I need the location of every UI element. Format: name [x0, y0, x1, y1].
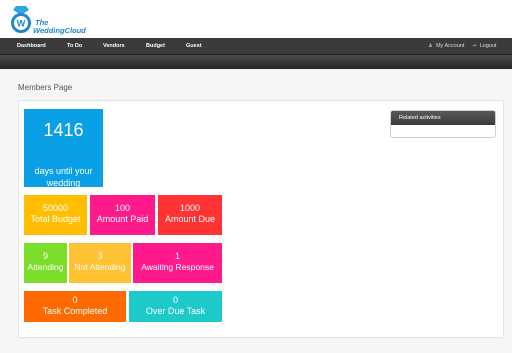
total-budget-value: 50000: [42, 203, 69, 213]
attending-label: Attending: [27, 262, 64, 272]
related-activities-title: Related activities: [391, 111, 495, 125]
task-completed-tile[interactable]: 0 Task Completed: [24, 291, 126, 322]
total-budget-label: Total Budget: [30, 214, 81, 224]
page-title: Members Page: [18, 83, 73, 92]
not-attending-label: Not Attending: [74, 262, 126, 272]
countdown-label: days until your wedding: [34, 166, 93, 188]
related-activities-box: Related activities: [390, 110, 496, 138]
attending-tile[interactable]: 9 Attending: [24, 243, 67, 283]
awaiting-response-label: Awaiting Response: [141, 262, 214, 272]
overdue-task-value: 0: [172, 295, 178, 305]
ring-logo-icon: W: [11, 6, 31, 33]
not-attending-tile[interactable]: 3 Not Attending: [69, 243, 131, 283]
overdue-task-label: Over Due Task: [145, 306, 206, 316]
sub-header-bar: [0, 55, 512, 69]
nav-dashboard[interactable]: Dashboard: [17, 38, 46, 54]
main-nav: Dashboard To Do Vendors Budget Guest ♟ My…: [0, 38, 512, 55]
my-account-label: My Account: [435, 43, 465, 49]
svg-text:W: W: [17, 19, 26, 29]
user-icon: ♟: [428, 43, 433, 49]
logout-link[interactable]: ➔ Logout: [472, 38, 496, 54]
awaiting-response-value: 1: [174, 251, 180, 261]
amount-due-value: 1000: [179, 203, 201, 213]
overdue-task-tile[interactable]: 0 Over Due Task: [129, 291, 222, 322]
amount-paid-label: Amount Paid: [96, 214, 149, 224]
nav-vendors[interactable]: Vendors: [103, 38, 125, 54]
logout-icon: ➔: [472, 43, 477, 49]
logo[interactable]: W The WeddingCloud: [8, 5, 118, 35]
task-completed-value: 0: [72, 295, 78, 305]
total-budget-tile[interactable]: 50000 Total Budget: [24, 195, 87, 235]
task-completed-label: Task Completed: [42, 306, 108, 316]
awaiting-response-tile[interactable]: 1 Awaiting Response: [133, 243, 222, 283]
countdown-value: 1416: [43, 120, 84, 140]
logout-label: Logout: [479, 43, 497, 49]
nav-guest[interactable]: Guest: [186, 38, 202, 54]
nav-budget[interactable]: Budget: [146, 38, 165, 54]
nav-todo[interactable]: To Do: [67, 38, 82, 54]
attending-value: 9: [42, 251, 48, 261]
amount-due-tile[interactable]: 1000 Amount Due: [158, 195, 222, 235]
amount-due-label: Amount Due: [164, 214, 216, 224]
amount-paid-tile[interactable]: 100 Amount Paid: [90, 195, 155, 235]
countdown-tile[interactable]: 1416 days until your wedding: [24, 109, 103, 188]
logo-text-name: WeddingCloud: [33, 26, 86, 35]
not-attending-value: 3: [97, 251, 103, 261]
amount-paid-value: 100: [114, 203, 131, 213]
my-account-link[interactable]: ♟ My Account: [428, 38, 464, 54]
top-header: W The WeddingCloud: [0, 0, 512, 38]
